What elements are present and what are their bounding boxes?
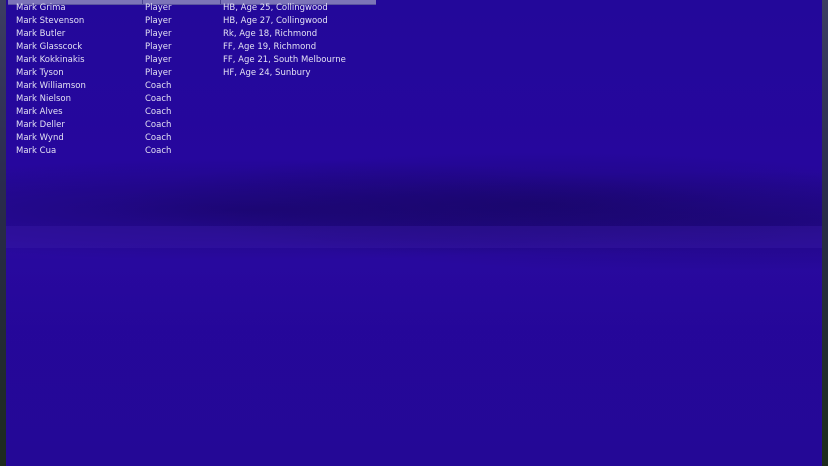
search-results-screen: Mark Grima Player HB, Age 25, Collingwoo… — [0, 0, 828, 466]
person-name: Mark Alves — [16, 107, 63, 117]
person-role: Coach — [145, 81, 172, 91]
person-info: FF, Age 19, Richmond — [223, 42, 317, 52]
person-info: HB, Age 27, Collingwood — [223, 16, 328, 26]
results-list: Mark Grima Player HB, Age 25, Collingwoo… — [16, 2, 376, 158]
person-name: Mark Tyson — [16, 68, 64, 78]
person-name: Mark Cua — [16, 146, 57, 156]
list-item[interactable]: Mark Glasscock Player FF, Age 19, Richmo… — [16, 41, 376, 54]
person-info: HB, Age 25, Collingwood — [223, 3, 328, 13]
person-role: Player — [145, 42, 172, 52]
person-name: Mark Williamson — [16, 81, 86, 91]
list-item[interactable]: Mark Williamson Coach — [16, 80, 376, 93]
left-window-edge — [0, 0, 6, 466]
person-role: Player — [145, 68, 172, 78]
list-item[interactable]: Mark Deller Coach — [16, 119, 376, 132]
background-band — [0, 226, 828, 248]
list-item[interactable]: Mark Wynd Coach — [16, 132, 376, 145]
person-name: Mark Butler — [16, 29, 66, 39]
list-item[interactable]: Mark Butler Player Rk, Age 18, Richmond — [16, 28, 376, 41]
list-item[interactable]: Mark Nielson Coach — [16, 93, 376, 106]
list-item[interactable]: Mark Kokkinakis Player FF, Age 21, South… — [16, 54, 376, 67]
person-info: Rk, Age 18, Richmond — [223, 29, 318, 39]
person-role: Player — [145, 55, 172, 65]
person-name: Mark Nielson — [16, 94, 71, 104]
person-role: Coach — [145, 146, 172, 156]
list-item[interactable]: Mark Stevenson Player HB, Age 27, Collin… — [16, 15, 376, 28]
list-item[interactable]: Mark Grima Player HB, Age 25, Collingwoo… — [16, 2, 376, 15]
person-info: FF, Age 21, South Melbourne — [223, 55, 346, 65]
list-item[interactable]: Mark Cua Coach — [16, 145, 376, 158]
person-role: Player — [145, 3, 172, 13]
person-role: Player — [145, 16, 172, 26]
field-background — [0, 260, 828, 466]
person-info: HF, Age 24, Sunbury — [223, 68, 311, 78]
right-window-edge — [822, 0, 828, 466]
person-name: Mark Stevenson — [16, 16, 85, 26]
stadium-background — [0, 150, 828, 270]
person-name: Mark Wynd — [16, 133, 64, 143]
person-role: Coach — [145, 120, 172, 130]
person-name: Mark Glasscock — [16, 42, 83, 52]
list-item[interactable]: Mark Alves Coach — [16, 106, 376, 119]
person-name: Mark Deller — [16, 120, 65, 130]
person-role: Coach — [145, 94, 172, 104]
person-role: Coach — [145, 107, 172, 117]
list-item[interactable]: Mark Tyson Player HF, Age 24, Sunbury — [16, 67, 376, 80]
person-role: Coach — [145, 133, 172, 143]
person-name: Mark Grima — [16, 3, 66, 13]
person-role: Player — [145, 29, 172, 39]
person-name: Mark Kokkinakis — [16, 55, 85, 65]
